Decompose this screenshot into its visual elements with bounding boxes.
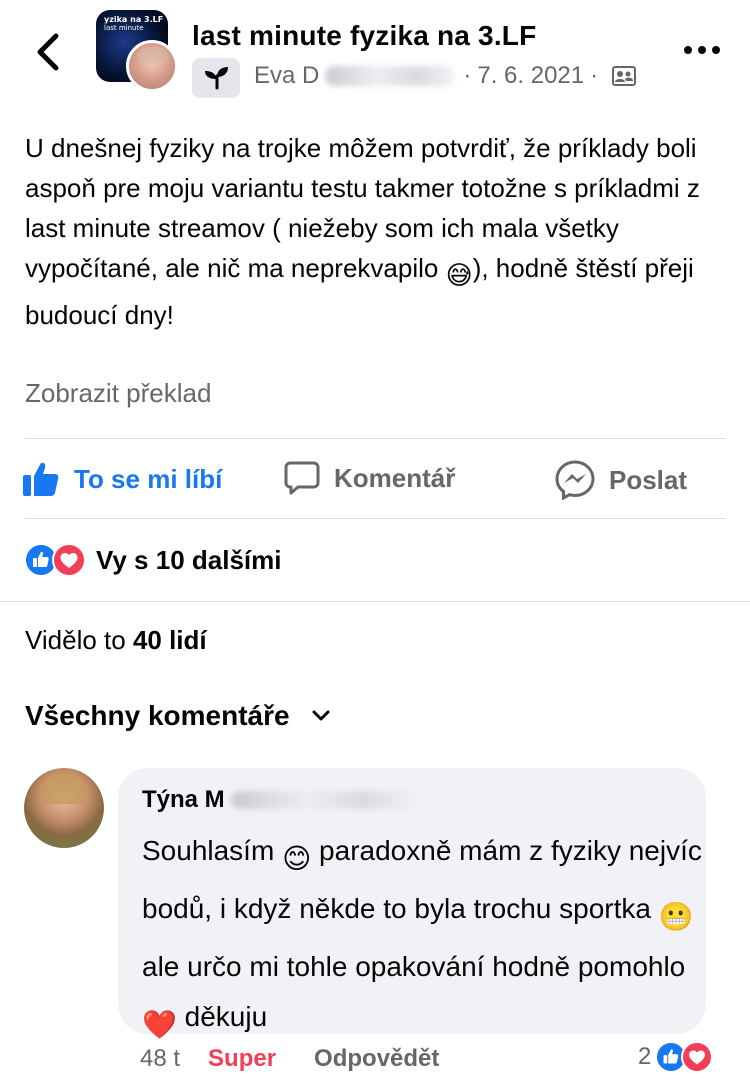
comment-time[interactable]: 48 t — [140, 1045, 180, 1073]
like-label: To se mi líbí — [74, 463, 223, 494]
comment-meta: 48 t Super Odpovědět — [140, 1045, 439, 1073]
send-label: Poslat — [609, 464, 688, 495]
audience-members-icon — [612, 66, 637, 86]
reply-button[interactable]: Odpovědět — [314, 1045, 439, 1073]
comment-reactions[interactable]: 2 — [638, 1041, 714, 1073]
comment-reaction-count: 2 — [638, 1043, 652, 1070]
chevron-down-icon — [312, 710, 330, 721]
group-thumb-line1: yzika na 3.LF — [104, 15, 164, 24]
author-avatar[interactable] — [126, 40, 178, 92]
like-button[interactable]: To se mi líbí — [22, 460, 222, 498]
reaction-summary[interactable]: Vy s 10 dalšími — [24, 543, 281, 577]
like-thumb-icon — [23, 462, 59, 496]
more-icon[interactable] — [682, 36, 722, 64]
action-bar: To se mi líbí Komentář Poslat — [0, 440, 750, 518]
post-header: yzika na 3.LF last minute last minute fy… — [0, 0, 750, 110]
divider — [25, 438, 726, 439]
sprout-icon — [205, 67, 228, 90]
grimacing-emoji: 😬 — [658, 901, 694, 932]
sweat-smile-emoji: 😅 — [445, 260, 473, 290]
messenger-icon — [555, 460, 595, 500]
comment-filter-label: Všechny komentáře — [25, 700, 290, 731]
red-heart-emoji: ❤️ — [142, 1009, 177, 1040]
comment-text-part-3: ale určo mi tohle opakování hodně pomohl… — [142, 951, 686, 982]
divider — [25, 518, 726, 519]
meta-separator: · — [463, 62, 472, 89]
comment-label: Komentář — [334, 462, 456, 493]
seen-by[interactable]: Vidělo to 40 lidí — [25, 625, 207, 656]
comment-text: Souhlasím 😊 paradoxně mám z fyziky nejví… — [142, 826, 702, 1050]
smiling-emoji: 😊 — [282, 843, 312, 874]
new-member-badge — [192, 58, 240, 98]
post-date[interactable]: 7. 6. 2021 — [477, 62, 584, 90]
love-reaction-icon — [52, 543, 86, 577]
comment-bubble: Týna M Souhlasím 😊 paradoxně mám z fyzik… — [118, 768, 706, 1040]
reaction-summary-text: Vy s 10 dalšími — [96, 544, 282, 575]
show-translation-link[interactable]: Zobrazit překlad — [25, 378, 211, 409]
comment-text-part-1: Souhlasím — [142, 835, 283, 866]
meta-separator-2: · — [590, 62, 599, 89]
post-meta: Eva D · 7. 6. 2021 · — [254, 62, 637, 90]
love-reaction-icon — [681, 1041, 714, 1073]
post-text: U dnešnej fyziky na trojke môžem potvrdi… — [25, 128, 725, 335]
redacted-name — [230, 791, 421, 809]
comment-filter[interactable]: Všechny komentáře — [25, 700, 330, 732]
comment-icon — [284, 461, 320, 495]
section-divider — [0, 601, 750, 602]
seen-count: 40 lidí — [132, 625, 207, 655]
comment-react-button[interactable]: Super — [208, 1045, 276, 1073]
commenter-name-visible: Týna M — [142, 786, 225, 813]
group-thumb-line2: last minute — [104, 24, 144, 32]
group-name[interactable]: last minute fyzika na 3.LF — [192, 20, 536, 52]
seen-prefix: Vidělo to — [25, 625, 133, 655]
comment-text-part-4: děkuju — [176, 1001, 268, 1032]
commenter-avatar[interactable] — [24, 768, 104, 848]
commenter-name[interactable]: Týna M — [142, 786, 423, 814]
comment-button[interactable]: Komentář — [284, 460, 455, 496]
back-arrow-icon[interactable] — [30, 30, 66, 74]
send-button[interactable]: Poslat — [555, 460, 687, 500]
author-name[interactable]: Eva D — [254, 62, 319, 90]
redacted-name — [325, 66, 456, 86]
